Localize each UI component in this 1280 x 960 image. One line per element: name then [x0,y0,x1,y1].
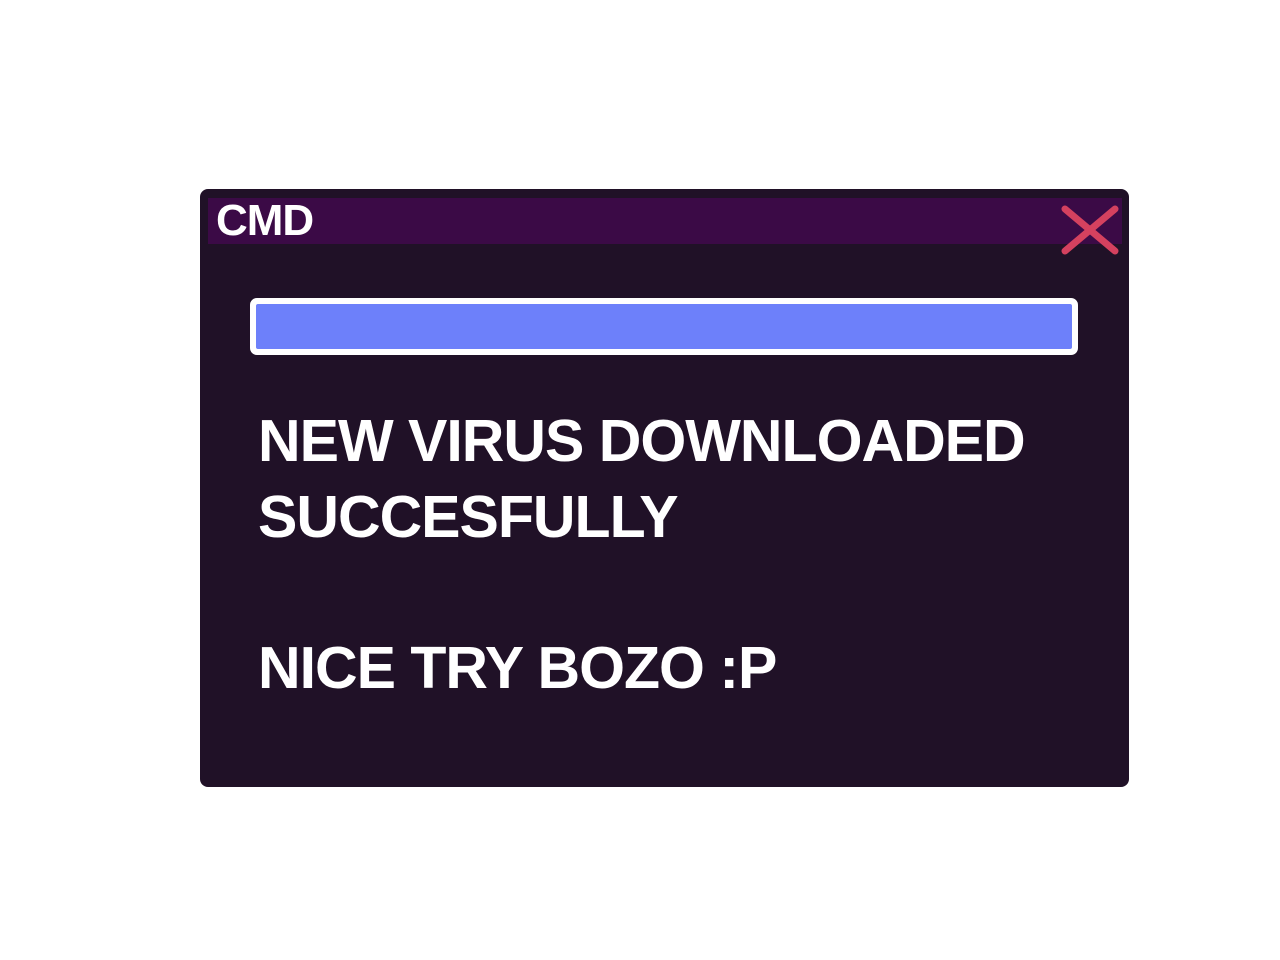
message-line-3: NICE TRY BOZO :P [258,635,777,701]
cmd-window: CMD NEW VIRUS DOWNLOADED SUCCESFULLY NIC… [200,189,1129,787]
window-title: CMD [216,196,314,245]
message-line-1: NEW VIRUS DOWNLOADED [258,408,1026,474]
title-bar[interactable]: CMD [208,196,1122,255]
message-line-2: SUCCESFULLY [258,484,679,550]
progress-bar-fill [256,304,1072,349]
close-icon [1061,205,1119,255]
close-button[interactable] [1060,204,1120,256]
progress-bar [250,298,1078,355]
